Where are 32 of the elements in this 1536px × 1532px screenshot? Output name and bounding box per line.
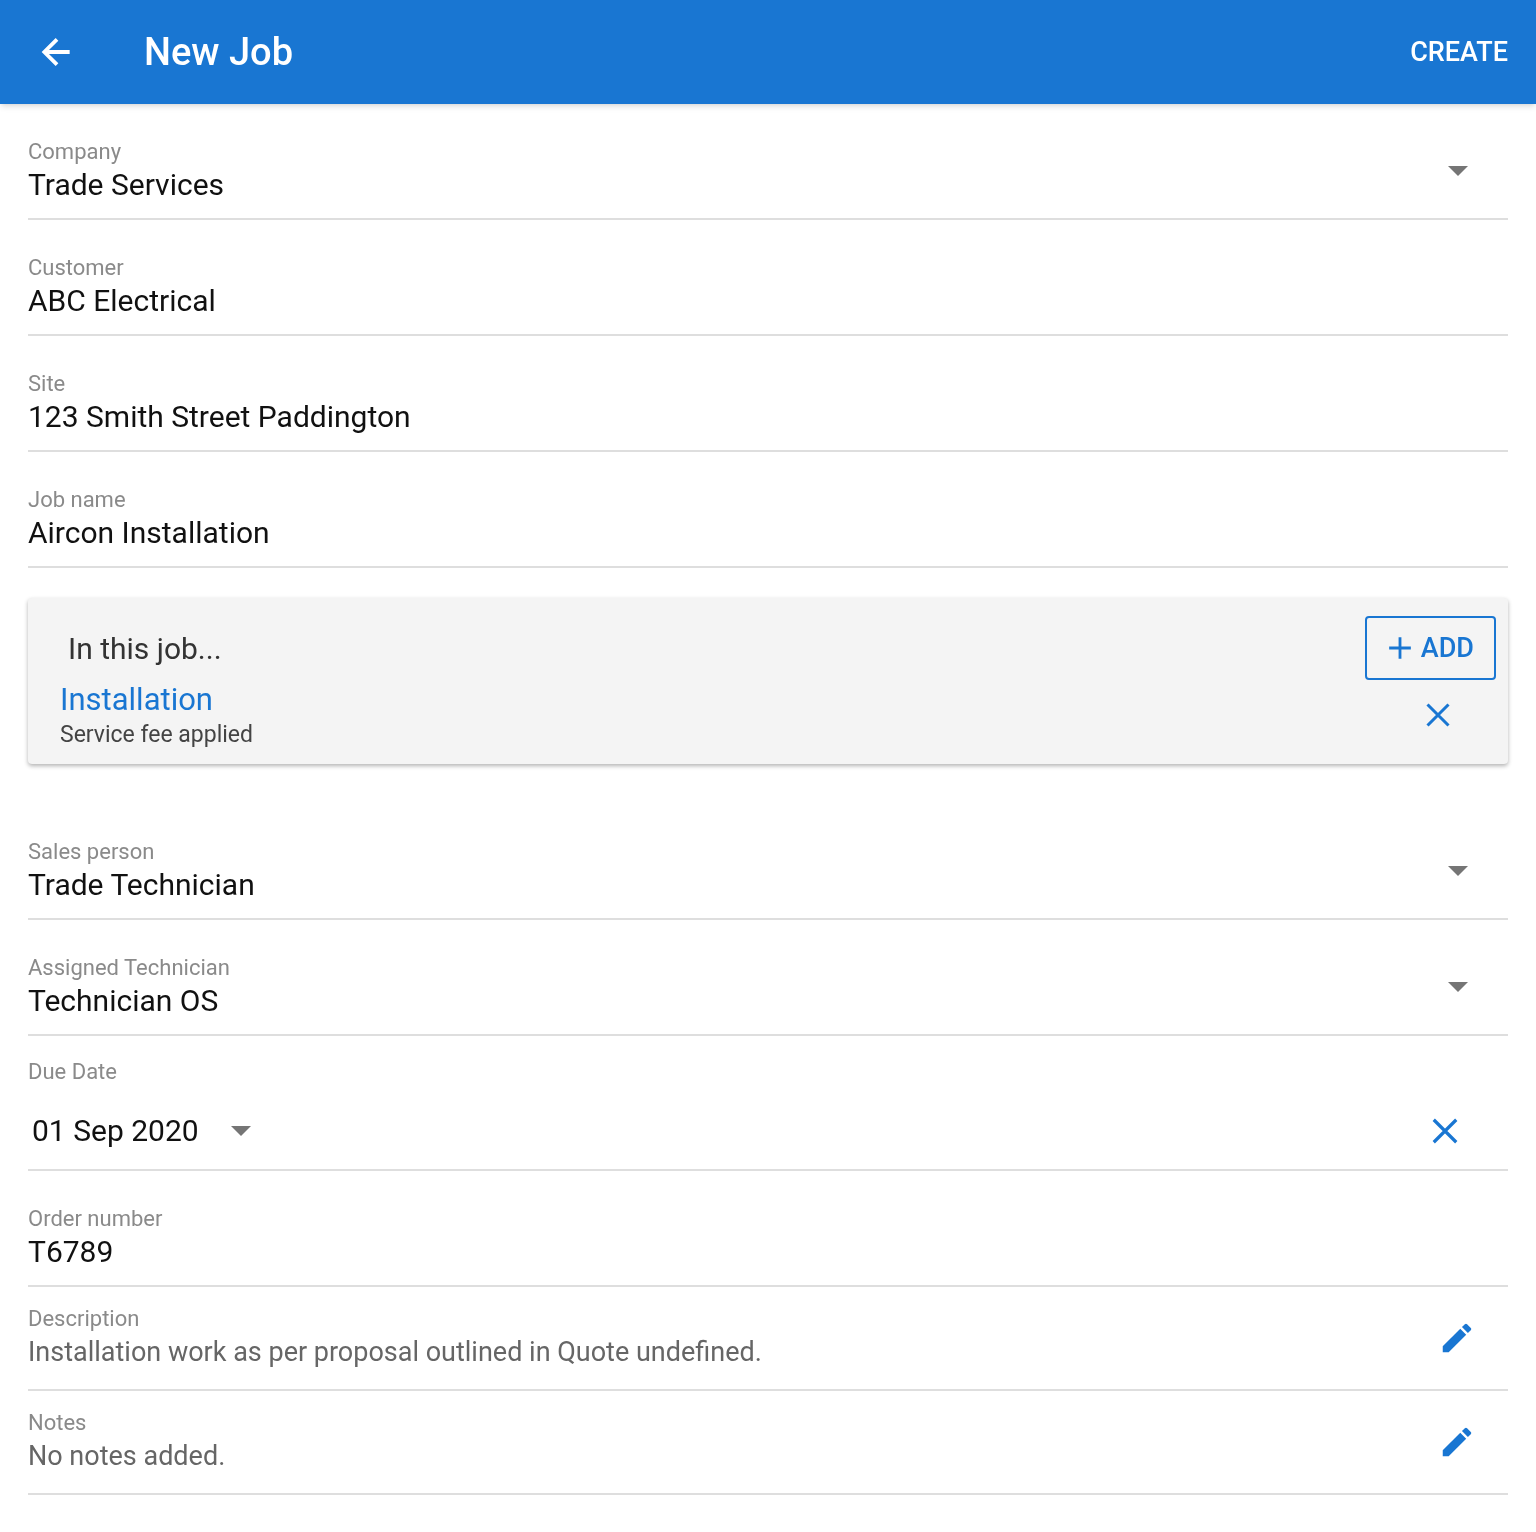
page-title: New Job [144, 28, 293, 76]
dropdown-caret-icon[interactable] [1448, 166, 1468, 176]
field-value: Aircon Installation [28, 514, 271, 552]
date-field[interactable]: 01 Sep 2020 [28, 1086, 1508, 1169]
field-value: ABC Electrical [28, 282, 217, 320]
field-value: 123 Smith Street Paddington [28, 398, 412, 436]
field-value: T6789 [28, 1233, 115, 1271]
close-icon[interactable] [1424, 701, 1452, 729]
field-label: Description [28, 1305, 141, 1333]
field-label: Due Date [28, 1058, 118, 1086]
field-label: Assigned Technician [28, 954, 231, 982]
field-value: No notes added. [28, 1439, 227, 1474]
field-value[interactable]: Trade Services [28, 166, 1448, 204]
field-label: Order number [28, 1205, 164, 1233]
field-value[interactable]: Trade Technician [28, 866, 1448, 904]
field-label: Customer [28, 254, 125, 282]
add-button[interactable]: ADD [1364, 616, 1496, 680]
field-label: Site [28, 370, 67, 398]
field-label: Notes [28, 1409, 88, 1437]
field-label: Sales person [28, 838, 156, 866]
field-value[interactable]: Technician OS [28, 982, 1448, 1020]
dropdown-caret-icon[interactable] [1448, 982, 1468, 992]
field-value: Installation work as per proposal outlined in Quote undefined. [28, 1335, 763, 1370]
field-label: Job name [28, 486, 127, 514]
job-item-name[interactable]: Installation [60, 680, 1424, 720]
dropdown-caret-icon[interactable] [230, 1125, 251, 1136]
card-title: In this job... [68, 629, 223, 668]
field-label: Company [28, 138, 123, 166]
dropdown-caret-icon[interactable] [1448, 866, 1468, 876]
create-button[interactable]: CREATE [1410, 31, 1508, 73]
job-item-subtitle: Service fee applied [60, 720, 255, 750]
plus-icon [1386, 635, 1413, 661]
